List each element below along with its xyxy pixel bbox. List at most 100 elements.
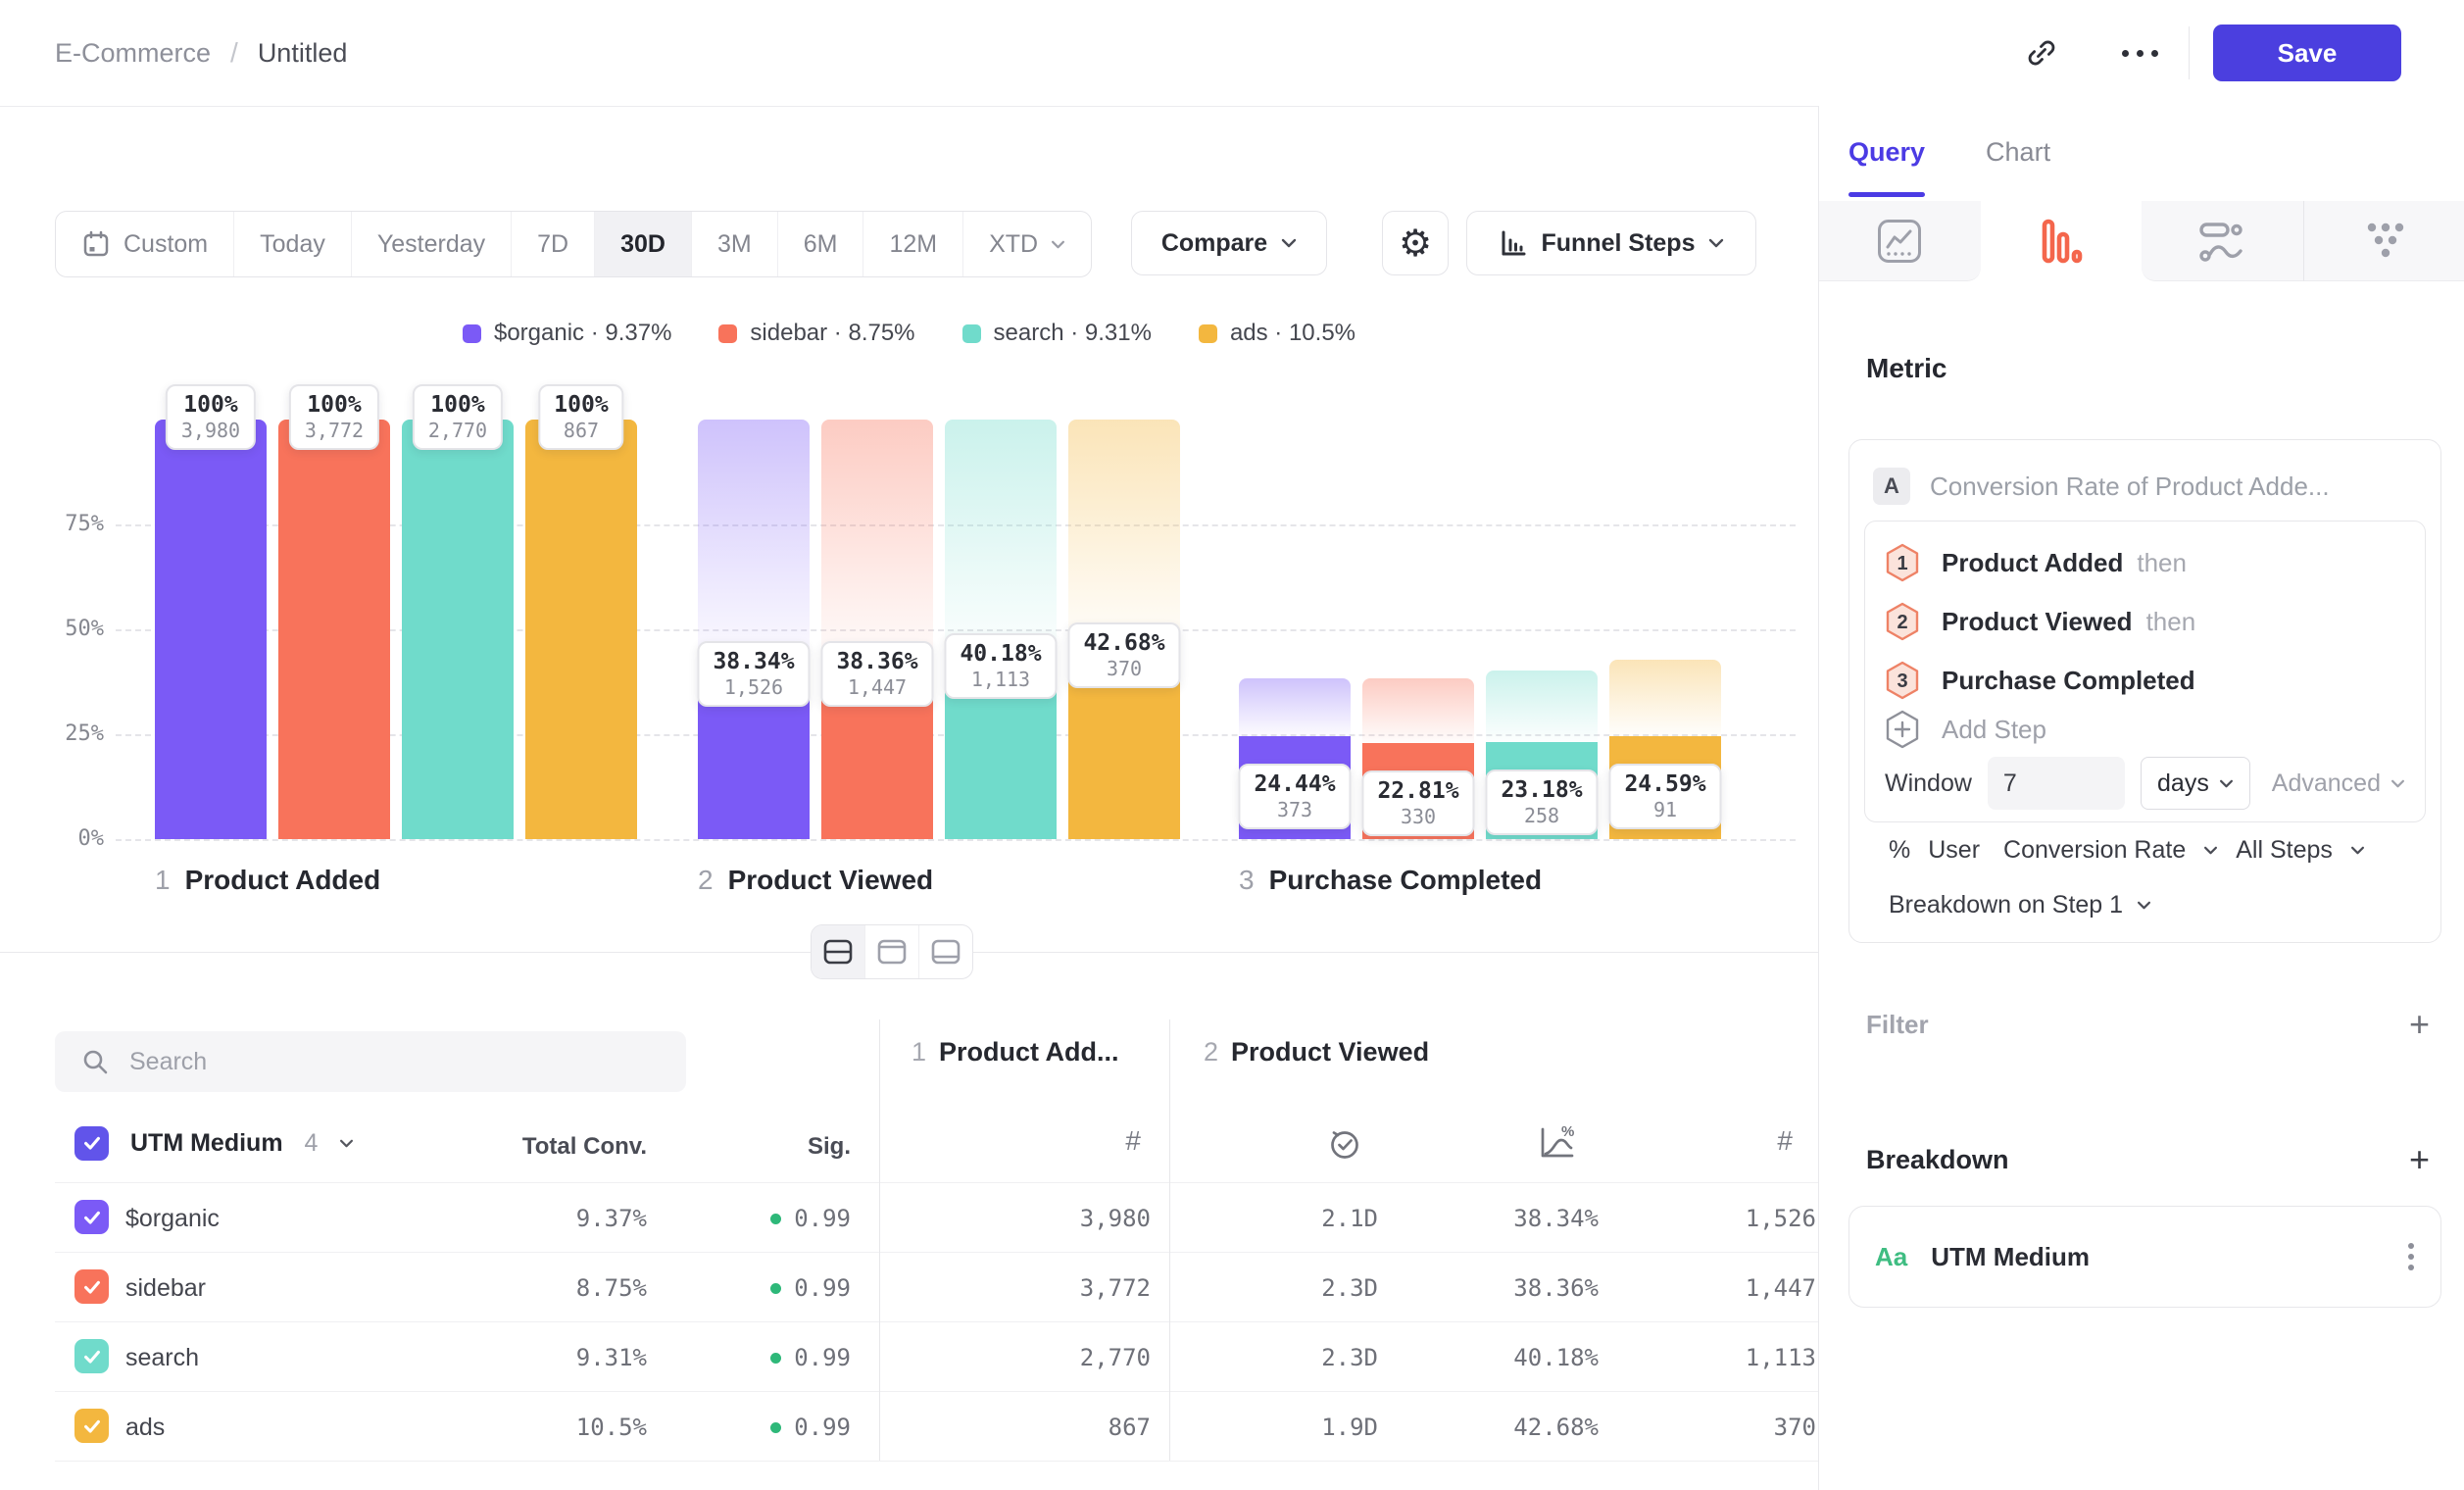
percent-symbol: % bbox=[1889, 836, 1910, 865]
chart-type-button[interactable]: Funnel Steps bbox=[1466, 211, 1756, 275]
funnel-bar-ghost bbox=[1486, 670, 1598, 746]
avg-time-value: 2.3D bbox=[1182, 1344, 1378, 1371]
bar-conversion-pct: 100% bbox=[181, 392, 240, 418]
count-column-icon[interactable]: # bbox=[1636, 1125, 1793, 1157]
funnel-step-label: 2Product Viewed bbox=[698, 865, 933, 896]
line-chart-icon bbox=[1876, 218, 1923, 265]
group-column-header[interactable]: UTM Medium 4 bbox=[74, 1118, 354, 1168]
bar-conversion-pct: 40.18% bbox=[960, 641, 1041, 667]
window-unit-dropdown[interactable]: days bbox=[2141, 757, 2250, 810]
column-divider bbox=[879, 1019, 880, 1461]
metric-heading: Metric bbox=[1866, 353, 1947, 384]
tab-funnel-chart[interactable] bbox=[1981, 201, 2143, 281]
query-step-row[interactable]: 3Purchase Completed bbox=[1885, 651, 2405, 710]
chart-legend: $organic · 9.37% sidebar · 8.75% search · … bbox=[0, 320, 1818, 347]
breadcrumb-project[interactable]: E-Commerce bbox=[55, 38, 211, 69]
tab-query[interactable]: Query bbox=[1848, 137, 1925, 168]
query-step-row[interactable]: 1Product Addedthen bbox=[1885, 533, 2405, 592]
query-step-row[interactable]: 2Product Viewedthen bbox=[1885, 592, 2405, 651]
range-3m[interactable]: 3M bbox=[691, 212, 777, 276]
layout-table-only-button[interactable] bbox=[918, 925, 972, 978]
breakdown-property-card[interactable]: Aa UTM Medium bbox=[1848, 1206, 2441, 1308]
add-filter-button[interactable]: + bbox=[2409, 1007, 2430, 1042]
funnel-bar[interactable] bbox=[402, 420, 514, 839]
total-conv-header[interactable]: Total Conv. bbox=[451, 1133, 647, 1161]
tab-chart[interactable]: Chart bbox=[1986, 137, 2050, 168]
range-30d[interactable]: 30D bbox=[594, 212, 691, 276]
measurement-dropdown[interactable]: Conversion Rate bbox=[2003, 836, 2186, 865]
tab-scatter-chart[interactable] bbox=[2303, 201, 2464, 281]
add-breakdown-button[interactable]: + bbox=[2409, 1142, 2430, 1177]
range-7d[interactable]: 7D bbox=[511, 212, 594, 276]
legend-item[interactable]: ads · 10.5% bbox=[1199, 320, 1355, 347]
advanced-dropdown[interactable]: Advanced bbox=[2272, 770, 2405, 798]
bar-count: 370 bbox=[1083, 657, 1164, 680]
count-column-icon[interactable]: # bbox=[984, 1125, 1141, 1157]
steps-scope-dropdown[interactable]: All Steps bbox=[2236, 836, 2333, 865]
legend-item[interactable]: search · 9.31% bbox=[962, 320, 1152, 347]
search-input[interactable] bbox=[127, 1047, 543, 1077]
legend-item[interactable]: $organic · 9.37% bbox=[463, 320, 671, 347]
sig-header[interactable]: Sig. bbox=[655, 1133, 851, 1161]
bar-conversion-pct: 100% bbox=[428, 392, 487, 418]
bar-conversion-pct: 38.34% bbox=[713, 649, 794, 674]
sig-value: 0.99 bbox=[655, 1274, 851, 1302]
counting-mode[interactable]: User bbox=[1928, 836, 1980, 865]
table-row[interactable]: $organic9.37%0.993,9802.1D38.34%1,526 bbox=[55, 1183, 1818, 1253]
add-step-button[interactable]: Add Step bbox=[1885, 710, 2405, 749]
tab-line-chart[interactable] bbox=[1819, 201, 1981, 281]
select-all-checkbox[interactable] bbox=[74, 1126, 109, 1161]
step-suffix: then bbox=[2137, 548, 2187, 578]
compare-button[interactable]: Compare bbox=[1131, 211, 1327, 275]
breadcrumb-title[interactable]: Untitled bbox=[258, 38, 348, 69]
window-value-input[interactable] bbox=[1988, 757, 2125, 810]
table-row[interactable]: sidebar8.75%0.993,7722.3D38.36%1,447 bbox=[55, 1253, 1818, 1322]
funnel-step-label: 3Purchase Completed bbox=[1239, 865, 1542, 896]
copy-link-button[interactable] bbox=[2010, 22, 2073, 84]
range-today[interactable]: Today bbox=[233, 212, 351, 276]
layout-chart-only-button[interactable] bbox=[864, 925, 918, 978]
total-conv-value: 9.31% bbox=[451, 1344, 647, 1371]
funnel-bar[interactable] bbox=[525, 420, 637, 839]
row-checkbox[interactable] bbox=[74, 1409, 109, 1443]
range-6m[interactable]: 6M bbox=[777, 212, 863, 276]
range-yesterday[interactable]: Yesterday bbox=[351, 212, 511, 276]
save-button[interactable]: Save bbox=[2213, 25, 2401, 81]
legend-label: search · 9.31% bbox=[994, 320, 1152, 347]
table-row[interactable]: ads10.5%0.998671.9D42.68%370 bbox=[55, 1392, 1818, 1462]
step1-count: 2,770 bbox=[955, 1344, 1151, 1371]
breakdown-step-dropdown[interactable]: Breakdown on Step 1 bbox=[1889, 891, 2151, 919]
range-12m[interactable]: 12M bbox=[862, 212, 962, 276]
step-hexagon-badge: 3 bbox=[1885, 661, 1920, 700]
row-label: $organic bbox=[125, 1205, 220, 1233]
funnel-chart-icon bbox=[2040, 219, 2083, 264]
breadcrumb-separator: / bbox=[230, 37, 238, 69]
more-options-button[interactable] bbox=[2108, 22, 2171, 84]
svg-text:2: 2 bbox=[1897, 612, 1907, 633]
row-checkbox[interactable] bbox=[74, 1339, 109, 1373]
conv-rate-column-icon[interactable]: % bbox=[1535, 1123, 1578, 1163]
legend-chip bbox=[718, 324, 737, 343]
bar-value-label: 40.18%1,113 bbox=[944, 633, 1057, 699]
funnel-bar[interactable] bbox=[155, 420, 267, 839]
layout-split-button[interactable] bbox=[812, 925, 864, 978]
row-checkbox[interactable] bbox=[74, 1269, 109, 1304]
legend-item[interactable]: sidebar · 8.75% bbox=[718, 320, 914, 347]
step2-conv-value: 42.68% bbox=[1403, 1414, 1599, 1441]
kebab-menu-icon[interactable] bbox=[2407, 1241, 2415, 1272]
metric-summary-row[interactable]: A Conversion Rate of Product Adde... bbox=[1873, 468, 2330, 505]
chevron-down-icon bbox=[2137, 901, 2151, 910]
step-event-name: Product Viewed bbox=[1942, 607, 2133, 637]
tab-journey-chart[interactable] bbox=[2142, 201, 2303, 281]
funnel-bar[interactable] bbox=[278, 420, 390, 839]
table-row[interactable]: search9.31%0.992,7702.3D40.18%1,113 bbox=[55, 1322, 1818, 1392]
range-xtd[interactable]: XTD bbox=[962, 212, 1091, 276]
funnel-bar-ghost bbox=[1609, 660, 1721, 739]
range-custom[interactable]: Custom bbox=[56, 212, 233, 276]
ellipsis-icon bbox=[2122, 50, 2158, 57]
chart-settings-button[interactable]: ⚙ bbox=[1382, 211, 1449, 275]
sig-value: 0.99 bbox=[655, 1205, 851, 1232]
legend-chip bbox=[962, 324, 981, 343]
avg-time-column-icon[interactable] bbox=[1325, 1123, 1364, 1163]
row-checkbox[interactable] bbox=[74, 1200, 109, 1234]
